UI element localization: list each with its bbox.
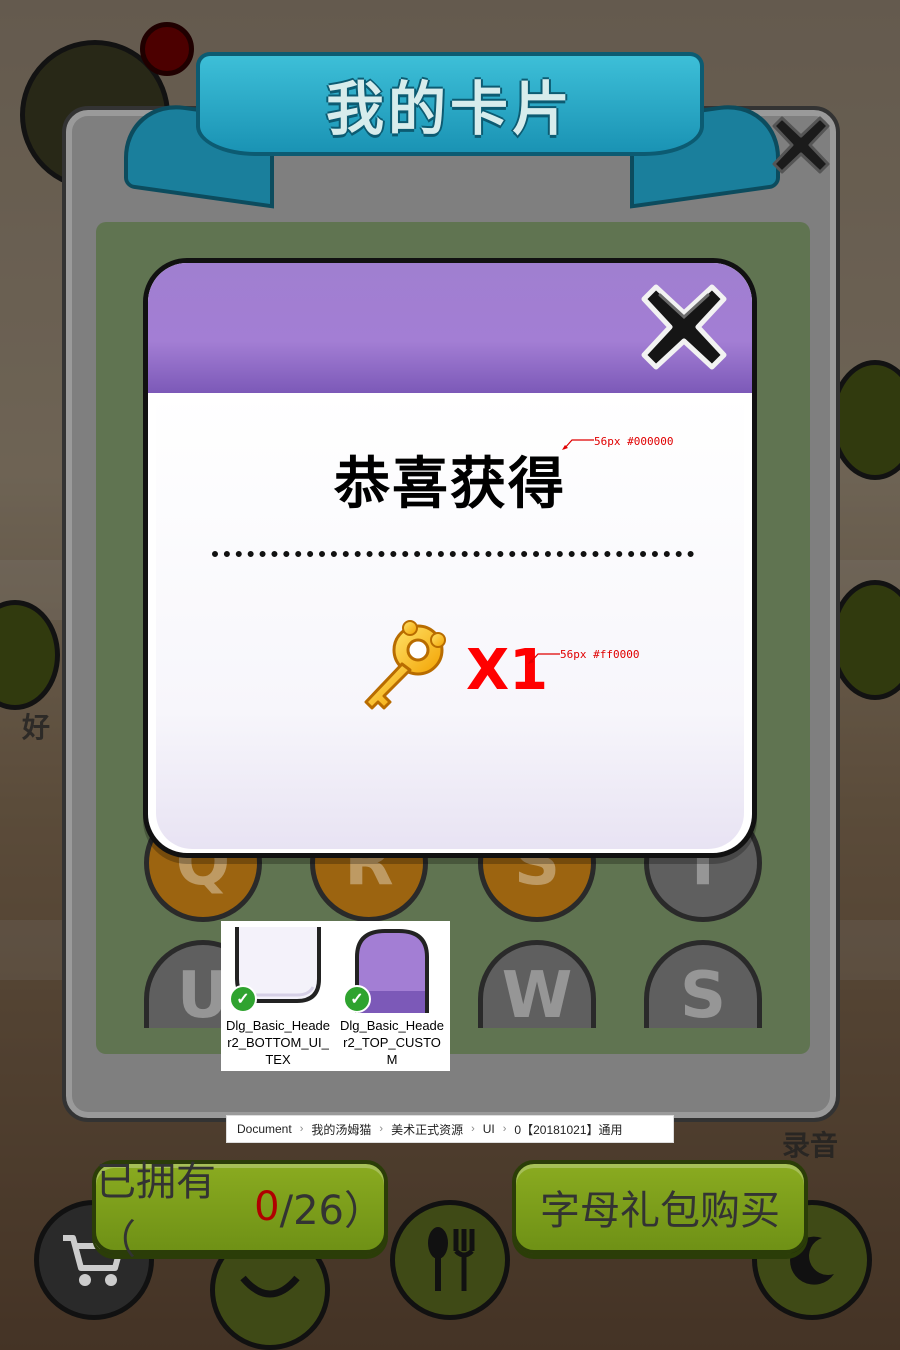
- breadcrumb: Document › 我的汤姆猫 › 美术正式资源 › UI › 0【20181…: [226, 1115, 674, 1143]
- asset-file-bottom[interactable]: ✓ Dlg_Basic_Header2_BOTTOM_UI_TEX: [221, 921, 335, 1071]
- letter-card-w[interactable]: W: [478, 940, 596, 1028]
- annotation-arrow: [528, 653, 560, 664]
- breadcrumb-item[interactable]: 0【20181021】通用: [514, 1121, 622, 1138]
- reward-count: X1: [466, 637, 549, 703]
- chevron-right-icon: ›: [299, 1123, 304, 1135]
- asset-file-top[interactable]: ✓ Dlg_Basic_Header2_TOP_CUSTOM: [335, 921, 449, 1071]
- card-dialog-close-button[interactable]: [768, 112, 834, 178]
- owned-cards-button[interactable]: 已拥有（ 0/26）: [92, 1159, 388, 1263]
- annotation-title-spec: 56px #000000: [594, 435, 674, 448]
- popup-title: 恭喜获得: [334, 452, 566, 517]
- check-icon: ✓: [343, 985, 371, 1013]
- breadcrumb-item[interactable]: Document: [237, 1122, 292, 1136]
- food-icon[interactable]: [390, 1200, 510, 1320]
- breadcrumb-item[interactable]: UI: [483, 1122, 495, 1136]
- popup-close-button[interactable]: [636, 279, 732, 375]
- owned-count: 0: [254, 1184, 280, 1230]
- buy-label: 字母礼包购买: [540, 1188, 780, 1234]
- asset-filename: Dlg_Basic_Header2_TOP_CUSTOM: [339, 1018, 445, 1067]
- chevron-right-icon: ›: [502, 1123, 507, 1135]
- letter-card-s2[interactable]: S: [644, 940, 762, 1028]
- annotation-arrow: [562, 439, 594, 450]
- asset-filename: Dlg_Basic_Header2_BOTTOM_UI_TEX: [225, 1018, 331, 1067]
- title-ribbon: 我的卡片: [196, 52, 704, 156]
- dotted-divider: [212, 551, 694, 557]
- annotation-count-spec: 56px #ff0000: [560, 648, 640, 661]
- reward-popup: 恭喜获得 X1: [143, 258, 757, 858]
- buy-letter-pack-button[interactable]: 字母礼包购买: [512, 1160, 808, 1254]
- asset-thumbnails: ✓ Dlg_Basic_Header2_BOTTOM_UI_TEX ✓ Dlg_…: [221, 921, 450, 1071]
- reward-row: X1: [354, 615, 548, 725]
- breadcrumb-item[interactable]: 我的汤姆猫: [311, 1121, 371, 1138]
- owned-prefix: 已拥有（: [96, 1159, 216, 1263]
- card-dialog-title: 我的卡片: [325, 75, 574, 143]
- chevron-right-icon: ›: [379, 1123, 384, 1135]
- check-icon: ✓: [229, 985, 257, 1013]
- chevron-right-icon: ›: [471, 1123, 475, 1135]
- golden-key-icon: [364, 620, 446, 710]
- close-icon: [772, 116, 830, 174]
- close-icon: [641, 284, 727, 370]
- breadcrumb-item[interactable]: 美术正式资源: [391, 1121, 463, 1138]
- owned-suffix: /26）: [279, 1188, 384, 1234]
